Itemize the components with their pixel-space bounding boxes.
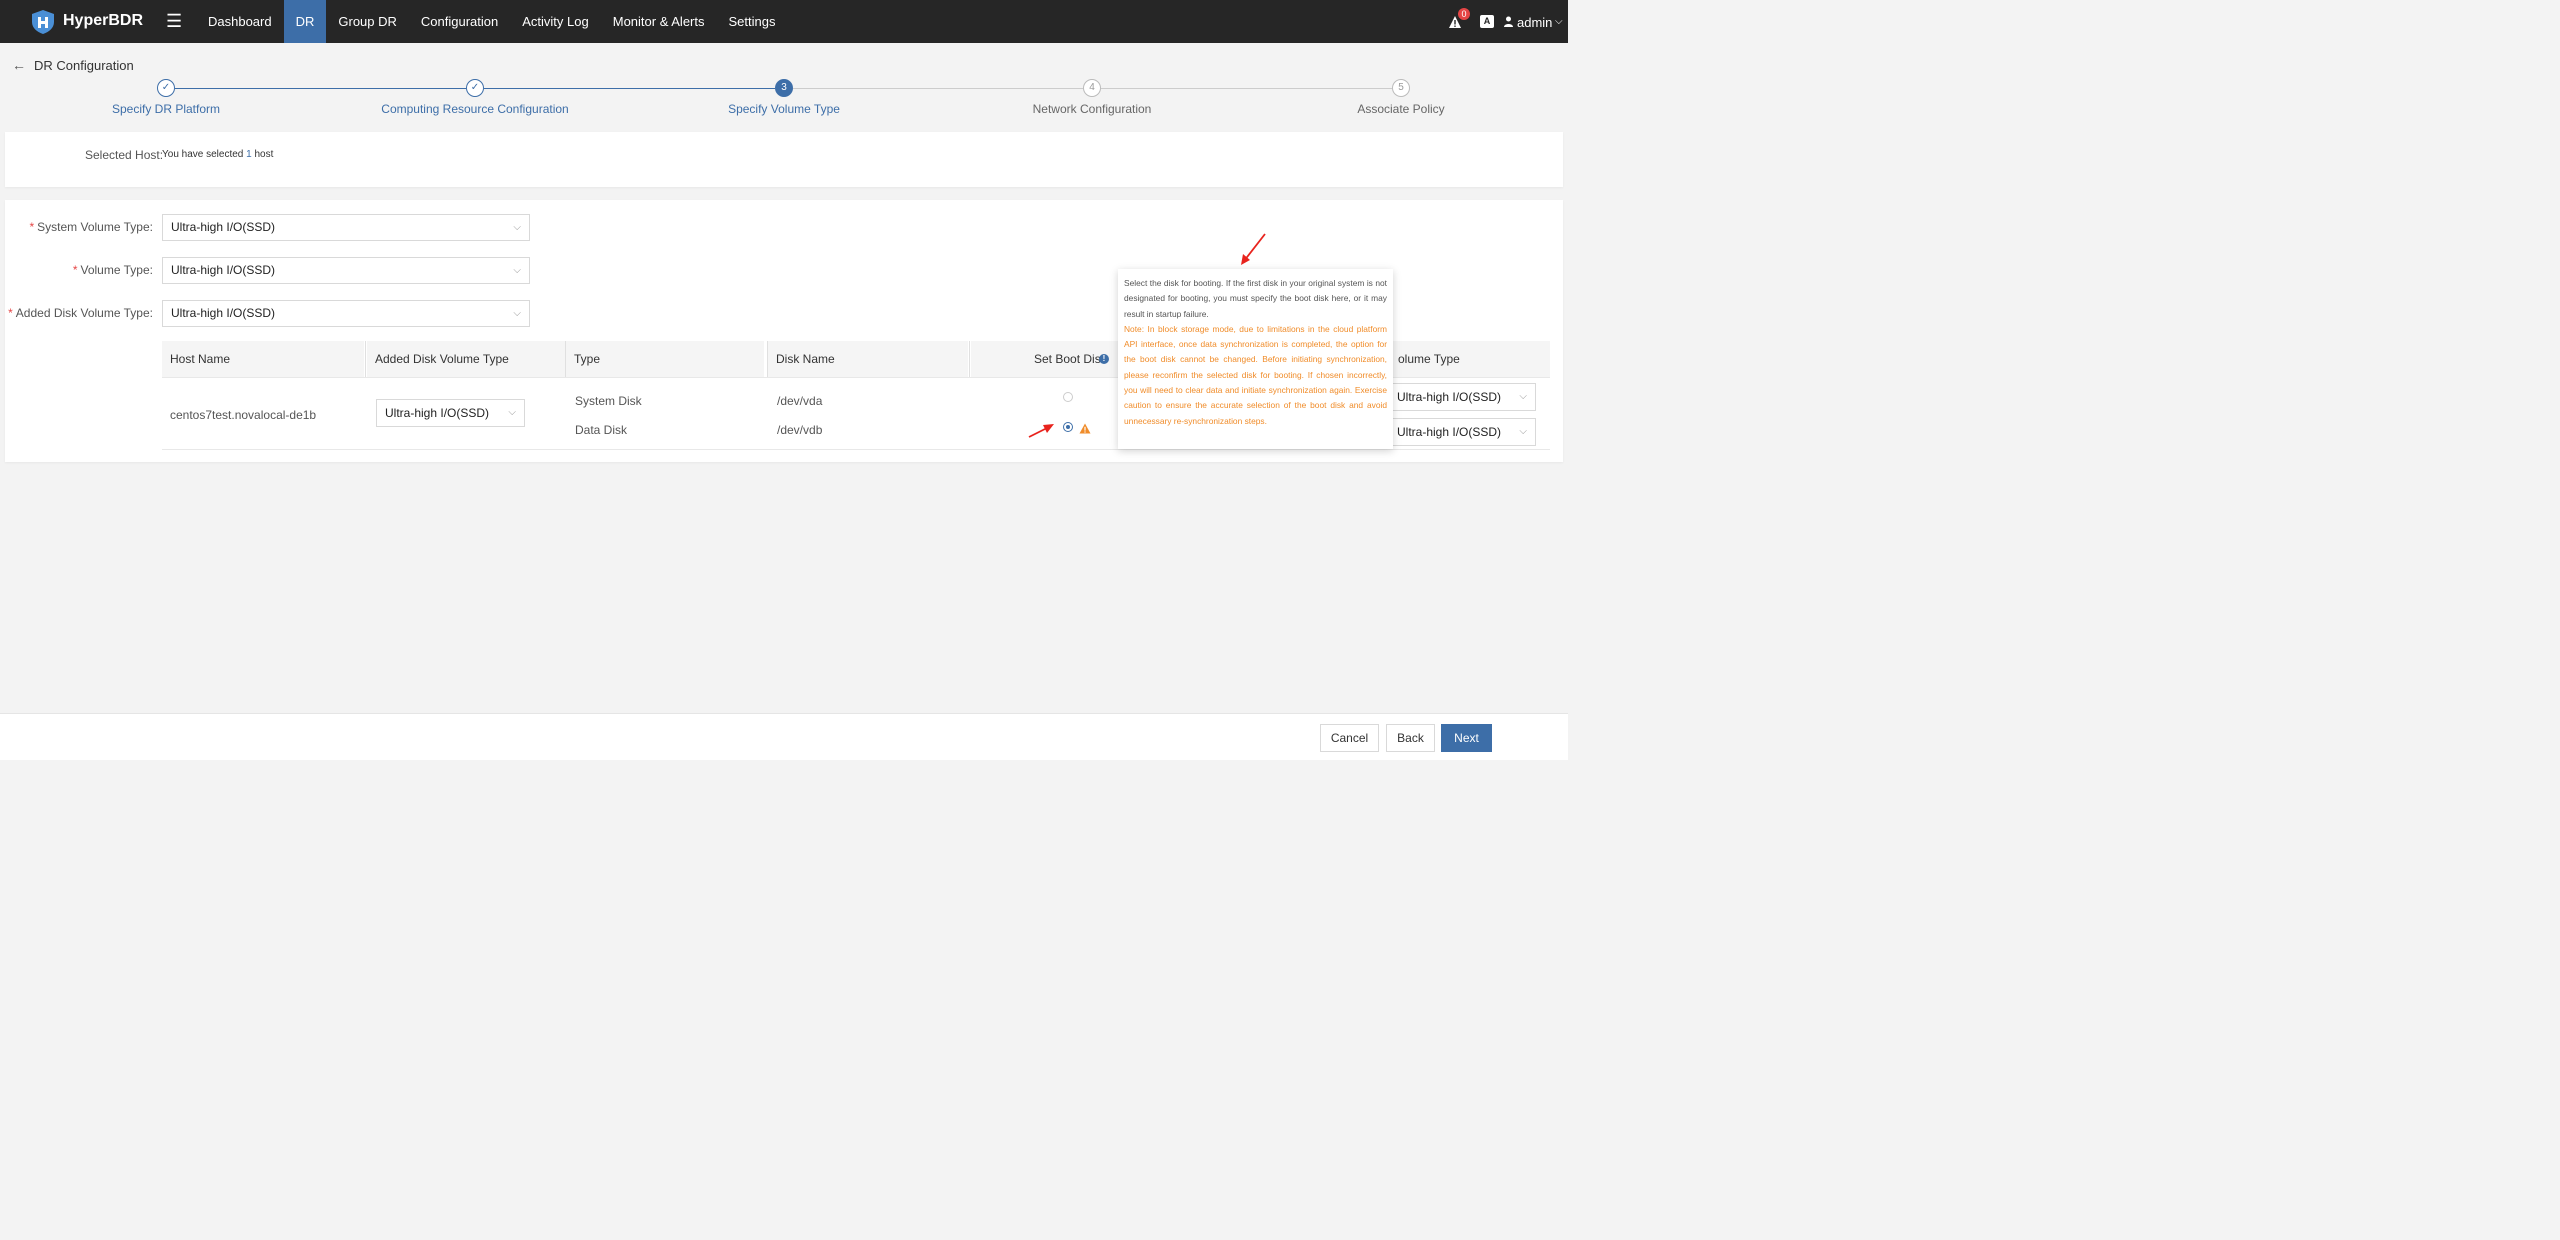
column-divider	[565, 341, 566, 377]
chevron-down-icon[interactable]: ⌵	[1555, 16, 1563, 27]
boot-disk-radio-vdb[interactable]	[1063, 422, 1073, 432]
main-nav: Dashboard DR Group DR Configuration Acti…	[196, 0, 787, 43]
top-navbar: HyperBDR ☰ Dashboard DR Group DR Configu…	[0, 0, 1568, 43]
boot-disk-radio-vda[interactable]	[1063, 392, 1073, 402]
translate-icon[interactable]: A	[1480, 15, 1494, 28]
step-connector	[175, 88, 466, 89]
selected-host-summary: You have selected 1 host	[162, 149, 273, 160]
step-3-number: 3	[775, 79, 793, 97]
nav-configuration[interactable]: Configuration	[409, 0, 510, 43]
col-header-type: Type	[566, 341, 764, 377]
volume-type-label: * Volume Type:	[72, 263, 153, 277]
col-header-disk-name: Disk Name	[768, 341, 968, 377]
added-disk-volume-select[interactable]: Ultra-high I/O(SSD) ⌵	[162, 300, 530, 327]
hamburger-icon[interactable]: ☰	[166, 11, 182, 32]
step-5-label: Associate Policy	[1357, 102, 1445, 116]
step-2-label: Computing Resource Configuration	[381, 102, 569, 116]
step-connector	[793, 88, 1083, 89]
system-volume-value: Ultra-high I/O(SSD)	[171, 220, 276, 234]
disk-type-system: System Disk	[575, 394, 642, 408]
red-arrow-icon	[1028, 424, 1054, 438]
step-connector	[484, 88, 775, 89]
row-volume-type-select-vdb[interactable]: Ultra-high I/O(SSD) ⌵	[1382, 418, 1536, 446]
host-name-cell: centos7test.novalocal-de1b	[170, 408, 317, 422]
arrow-left-icon[interactable]: ←	[12, 57, 26, 73]
alert-count-badge: 0	[1458, 8, 1470, 20]
next-button[interactable]: Next	[1441, 724, 1492, 752]
nav-activity-log[interactable]: Activity Log	[510, 0, 600, 43]
selected-host-prefix: You have selected	[162, 149, 244, 160]
warning-icon	[1079, 423, 1091, 434]
nav-group-dr[interactable]: Group DR	[326, 0, 409, 43]
nav-dashboard[interactable]: Dashboard	[196, 0, 284, 43]
step-2-check-icon: ✓	[466, 79, 484, 97]
disk-type-data: Data Disk	[575, 423, 628, 437]
info-icon[interactable]: !	[1099, 354, 1109, 364]
user-menu[interactable]: admin	[1517, 15, 1552, 30]
app-name: HyperBDR	[63, 12, 144, 29]
column-divider	[969, 341, 970, 377]
boot-disk-tooltip: Select the disk for booting. If the firs…	[1118, 269, 1393, 449]
chevron-down-icon: ⌵	[1519, 391, 1527, 402]
col-header-volume-type: olume Type	[1398, 352, 1460, 366]
user-icon	[1504, 16, 1513, 27]
page-header: ← DR Configuration	[12, 57, 134, 73]
step-connector	[1101, 88, 1392, 89]
col-header-set-boot-disk: Set Boot Disk	[1034, 352, 1107, 366]
row-volume-type-value-vda: Ultra-high I/O(SSD)	[1397, 390, 1502, 404]
nav-monitor-alerts[interactable]: Monitor & Alerts	[601, 0, 717, 43]
selected-host-label: Selected Host:	[85, 148, 164, 162]
red-arrow-icon	[1241, 233, 1266, 265]
tooltip-main-text: Select the disk for booting. If the firs…	[1124, 278, 1387, 319]
step-4-number: 4	[1083, 79, 1101, 97]
step-4-label: Network Configuration	[1032, 102, 1152, 116]
step-3-label: Specify Volume Type	[728, 102, 840, 116]
system-volume-label: * System Volume Type:	[29, 220, 153, 234]
chevron-down-icon: ⌵	[1519, 426, 1527, 437]
row-volume-type-select-vda[interactable]: Ultra-high I/O(SSD) ⌵	[1382, 383, 1536, 411]
row-added-disk-value: Ultra-high I/O(SSD)	[385, 406, 490, 420]
wizard-steps: ✓ ✓ 3 4 5 Specify DR Platform Computing …	[0, 78, 1568, 122]
chevron-down-icon: ⌵	[513, 308, 521, 319]
chevron-down-icon: ⌵	[508, 407, 516, 418]
added-disk-volume-value: Ultra-high I/O(SSD)	[171, 306, 276, 320]
selected-host-card: Selected Host: You have selected 1 host	[5, 132, 1563, 187]
column-divider	[767, 341, 768, 377]
step-5-number: 5	[1392, 79, 1410, 97]
row-added-disk-select[interactable]: Ultra-high I/O(SSD) ⌵	[376, 399, 525, 427]
disk-name-vdb: /dev/vdb	[777, 423, 823, 437]
chevron-down-icon: ⌵	[513, 265, 521, 276]
chevron-down-icon: ⌵	[513, 222, 521, 233]
col-header-host-name: Host Name	[162, 341, 364, 377]
col-header-added-disk-type: Added Disk Volume Type	[367, 341, 565, 377]
back-button[interactable]: Back	[1386, 724, 1435, 752]
step-1-label: Specify DR Platform	[111, 102, 221, 116]
selected-host-count: 1	[246, 149, 252, 160]
volume-type-select[interactable]: Ultra-high I/O(SSD) ⌵	[162, 257, 530, 284]
system-volume-select[interactable]: Ultra-high I/O(SSD) ⌵	[162, 214, 530, 241]
nav-settings[interactable]: Settings	[717, 0, 788, 43]
nav-dr[interactable]: DR	[283, 0, 327, 43]
added-disk-volume-label: * Added Disk Volume Type:	[8, 306, 153, 320]
disk-name-vda: /dev/vda	[777, 394, 823, 408]
page-title: DR Configuration	[34, 57, 134, 73]
wizard-footer: Cancel Back Next	[0, 713, 1568, 760]
tooltip-note-text: Note: In block storage mode, due to limi…	[1124, 323, 1387, 426]
column-divider	[365, 341, 366, 377]
shield-logo-icon	[32, 10, 54, 34]
selected-host-suffix: host	[254, 149, 274, 160]
volume-type-value: Ultra-high I/O(SSD)	[171, 263, 276, 277]
row-volume-type-value-vdb: Ultra-high I/O(SSD)	[1397, 425, 1502, 439]
cancel-button[interactable]: Cancel	[1320, 724, 1379, 752]
step-1-check-icon: ✓	[157, 79, 175, 97]
